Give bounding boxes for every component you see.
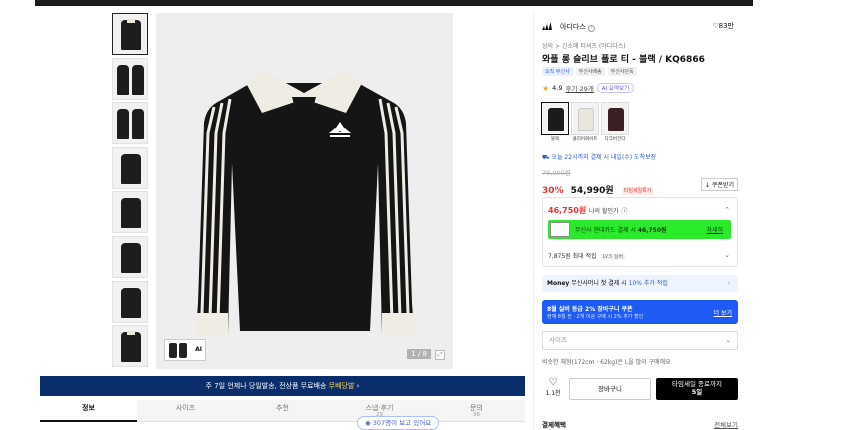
size-select[interactable]: 사이즈 ⌄ xyxy=(542,331,738,350)
badge: 무신사배송 xyxy=(575,67,605,76)
like-button[interactable]: ♡ 1.1천 xyxy=(542,377,564,398)
musinsa-money-banner[interactable]: Money 무신사머니 첫 결제 시 10% 추가 적립 › xyxy=(542,275,738,292)
chevron-right-icon: › xyxy=(356,382,360,390)
tab-label: 정보 xyxy=(82,404,95,412)
thumbnail-6[interactable] xyxy=(112,235,148,278)
coupon-title: 8월 실버 등급 2% 장바구니 쿠폰 xyxy=(547,306,633,313)
level-badge: LV.5 실버 xyxy=(600,254,626,260)
thumbnail-list xyxy=(112,13,148,370)
brand-name[interactable]: 아디다스 i xyxy=(560,22,595,32)
time-sale-tag: 타임세일특가 xyxy=(621,187,654,195)
color-option-white[interactable]: 클리어화이트 xyxy=(571,102,599,142)
thumbnail-7[interactable] xyxy=(112,280,148,323)
mini-figure-2 xyxy=(179,343,187,358)
coupon-more-link[interactable]: 더 보기 xyxy=(714,308,732,317)
shipping-banner[interactable]: 주 7일 언제나 당일발송, 전상품 무료배송 무배당발 › xyxy=(40,376,525,396)
mini-figure-1 xyxy=(169,343,177,358)
banner-text: 주 7일 언제나 당일발송, 전상품 무료배송 xyxy=(205,382,327,390)
size-recommendation: 비슷한 체형(172cm · 62kg)은 L을 많이 구매해요 xyxy=(542,359,671,366)
breadcrumb[interactable]: 상의 > 긴소매 티셔츠 (아디다스) xyxy=(542,41,626,50)
tab-label: 문의 xyxy=(470,404,483,412)
tab-count: 36 xyxy=(473,412,480,419)
tab-label: 스냅·후기 xyxy=(365,404,394,412)
badge: 오직 무신사 xyxy=(542,67,573,76)
heart-icon: ♡ xyxy=(548,377,558,388)
payment-benefits-row: 결제혜택 전체보기 xyxy=(542,419,738,429)
polo-shirt-illustration xyxy=(196,71,414,335)
thumbnail-1[interactable] xyxy=(112,13,148,55)
color-option-burgundy[interactable]: 다크버건디 xyxy=(601,102,629,142)
tab-size[interactable]: 사이즈 xyxy=(137,400,234,422)
thumbnail-5[interactable] xyxy=(112,191,148,234)
chevron-up-icon[interactable]: ⌃ xyxy=(724,206,730,214)
best-price[interactable]: 46,750원 나의 할인가 ⓘ xyxy=(548,205,627,216)
color-option-black[interactable]: 블랙 xyxy=(541,102,569,142)
badge: 무신사단독 xyxy=(607,67,637,76)
tab-inquiry[interactable]: 문의 36 xyxy=(428,400,525,422)
viewers-text: 307명이 보고 있어요 xyxy=(372,419,432,427)
buy-button[interactable]: 타임세일 종료까지 5일 xyxy=(656,378,738,400)
chevron-down-icon[interactable]: ⌄ xyxy=(724,251,730,259)
tab-label: 사이즈 xyxy=(175,404,196,412)
thumbnail-2[interactable] xyxy=(112,57,148,100)
product-badges: 오직 무신사 무신사배송 무신사단독 xyxy=(542,67,637,76)
star-icon: ★ xyxy=(542,83,550,93)
chevron-right-icon: › xyxy=(727,280,730,287)
eye-icon: ◉ xyxy=(365,419,371,427)
expand-icon[interactable]: ⤢ xyxy=(435,350,445,360)
info-icon[interactable]: ⓘ xyxy=(621,208,627,215)
chevron-down-icon: ⌄ xyxy=(725,336,731,344)
brand-row: 아디다스 i ♡83만 xyxy=(542,20,738,34)
product-title: 와플 롱 슬리브 폴로 티 - 블랙 / KQ6866 xyxy=(542,55,705,65)
tab-recommend[interactable]: 추천 xyxy=(234,400,331,422)
grade-coupon-banner[interactable]: 8월 실버 등급 2% 장바구니 쿠폰 현재 8월 전 · 2개 이상 구매 시… xyxy=(542,300,738,324)
coupon-subtitle: 현재 8월 전 · 2개 이상 구매 시 2% 추가 할인 xyxy=(547,314,644,320)
view-all-link[interactable]: 전체보기 xyxy=(714,419,738,429)
adidas-logo-icon[interactable] xyxy=(542,22,552,30)
ai-similar-preview[interactable]: AI xyxy=(164,339,206,361)
thumbnail-4[interactable] xyxy=(112,146,148,189)
card-discount-text: 무신사 현대카드 결제 시 46,750원 xyxy=(575,227,667,234)
tab-label: 추천 xyxy=(276,404,289,412)
coupon-button[interactable]: ↓ 쿠폰받기 xyxy=(700,178,738,191)
main-product-image[interactable]: AI 1 / 8 ⤢ xyxy=(156,13,453,369)
product-page: AI 1 / 8 ⤢ 주 7일 언제나 당일발송, 전상품 무료배송 무배당발 … xyxy=(0,0,850,430)
rating-score: 4.9 xyxy=(552,84,563,92)
truck-icon: ⛟ xyxy=(542,154,550,161)
delivery-guarantee: ⛟ 오늘 22시까지 결제 시 내일(수) 도착보장 xyxy=(542,154,657,161)
thumbnail-8[interactable] xyxy=(112,325,148,368)
sale-price: 54,990원 xyxy=(570,186,614,196)
image-counter: 1 / 8 xyxy=(407,349,431,359)
price-row: 30% 54,990원 타임세일특가 ↓ 쿠폰받기 xyxy=(542,178,738,196)
original-price: 79,000원 xyxy=(542,169,571,177)
ai-summary-button[interactable]: AI 요약보기 xyxy=(596,83,635,93)
brand-like-button[interactable]: ♡83만 xyxy=(712,21,734,31)
color-options: 블랙 클리어화이트 다크버건디 xyxy=(541,102,629,142)
review-count-link[interactable]: 후기 29개 xyxy=(566,83,594,93)
top-navigation-bar xyxy=(35,0,753,6)
tab-info[interactable]: 정보 xyxy=(40,400,137,422)
thumbnail-3[interactable] xyxy=(112,102,148,145)
ai-label: AI xyxy=(195,346,202,353)
add-to-cart-button[interactable]: 장바구니 xyxy=(569,378,651,400)
benefit-box: 46,750원 나의 할인가 ⓘ ⌃ 무신사 현대카드 결제 시 46,750원… xyxy=(542,197,738,267)
banner-highlight: 무배당발 xyxy=(328,382,355,390)
card-icon xyxy=(550,222,570,237)
discount-rate: 30% xyxy=(542,186,564,196)
points-row[interactable]: 7,875원 최대 적립 LV.5 실버 xyxy=(548,251,626,260)
like-count: 1.1천 xyxy=(545,390,561,397)
product-tabs: 정보 사이즈 추천 스냅·후기29 문의36 xyxy=(40,400,525,422)
card-discount-bar[interactable]: 무신사 현대카드 결제 시 46,750원 자세히 xyxy=(548,220,731,239)
viewers-pill: ◉ 307명이 보고 있어요 xyxy=(357,416,440,430)
card-detail-link[interactable]: 자세히 xyxy=(706,225,723,234)
money-brand: Money xyxy=(547,280,570,287)
brand-like-count: 83만 xyxy=(718,22,734,30)
info-icon[interactable]: i xyxy=(587,25,595,32)
rating-row: ★ 4.9 후기 29개 AI 요약보기 xyxy=(542,83,635,93)
